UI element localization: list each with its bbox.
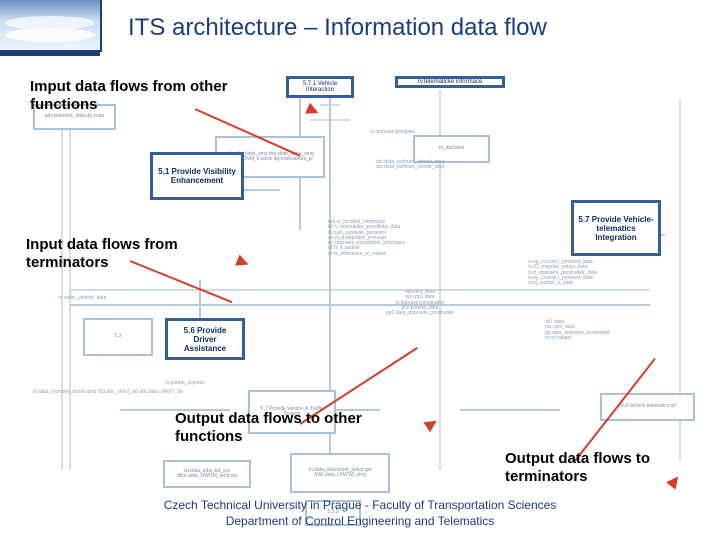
bglbl-gp4: ds1.data pcc.dso_data pp.data_dopravni_p… [545, 320, 685, 341]
box-56-driver-assist: 5.6 Provide Driver Assistance [165, 318, 245, 360]
annot-input-terminators: Input data flows from terminators [26, 236, 246, 272]
bg-box-tbox1: vd.data_udaj jed_sys dbm.data_UWOM_stroj… [163, 460, 251, 488]
arrow-1-head [305, 103, 326, 121]
bglbl-b33: rd.data_rozhrani_dovsk stroj St3.abc_vlr… [33, 390, 153, 395]
bglbl-gp2: eps.ds1_data eps.pp1 data rv.dopravni.pr… [345, 290, 495, 316]
slide-title: ITS architecture – Information data flow [128, 14, 547, 42]
bglbl-gp1: md rv_incident_informace id rv_telematik… [328, 220, 496, 257]
diagram-canvas: adv.videonot_data dp.vodo rdo.vila_ilovk… [0, 60, 720, 515]
bglbl-gp3: rv.ep_ccoran.i_prostred_data rv.33_mayda… [528, 260, 688, 286]
logo-clouds [0, 0, 102, 52]
annot-output-terminators: Output data flows to terminators [505, 450, 715, 486]
box-51-visibility: 5.1 Provide Visibility Enhancement [150, 152, 244, 200]
bglbl-rv32: rv.vodic_vehicle_data [30, 296, 135, 301]
box-57-vehicle-telematics: 5.7 Provide Vehicle-telematics Integrati… [571, 200, 661, 256]
footer-line-2: Department of Control Engineering and Te… [0, 514, 720, 528]
arrow-3-head [423, 412, 445, 432]
annot-output-other: Output data flows to other functions [175, 410, 385, 446]
box-rv-telematicke: rv.telematicke informace [395, 76, 505, 88]
bglbl-smb2: rv.porout_voyrzev [135, 381, 235, 386]
footer-line-1: Czech Technical University in Prague - F… [0, 498, 720, 512]
logo-underline [0, 50, 100, 56]
bg-box-53: 5.3 [83, 318, 153, 356]
annot-input-other: Imput data flows from other functions [30, 78, 250, 114]
bg-box-tbox2: m.data_dokument_jedvo.sje SWI.data_UWOM_… [290, 453, 390, 493]
slide-root: ITS architecture – Information data flow… [0, 0, 720, 540]
bglbl-rv1: rv porusen predpisu [333, 130, 453, 135]
bglbl-rv2: rdc.data_rozhrani_clovek_stroj dcr.data_… [325, 160, 495, 171]
box-571-interaction: 5.7.1 Vehicle Interaction [286, 76, 354, 98]
